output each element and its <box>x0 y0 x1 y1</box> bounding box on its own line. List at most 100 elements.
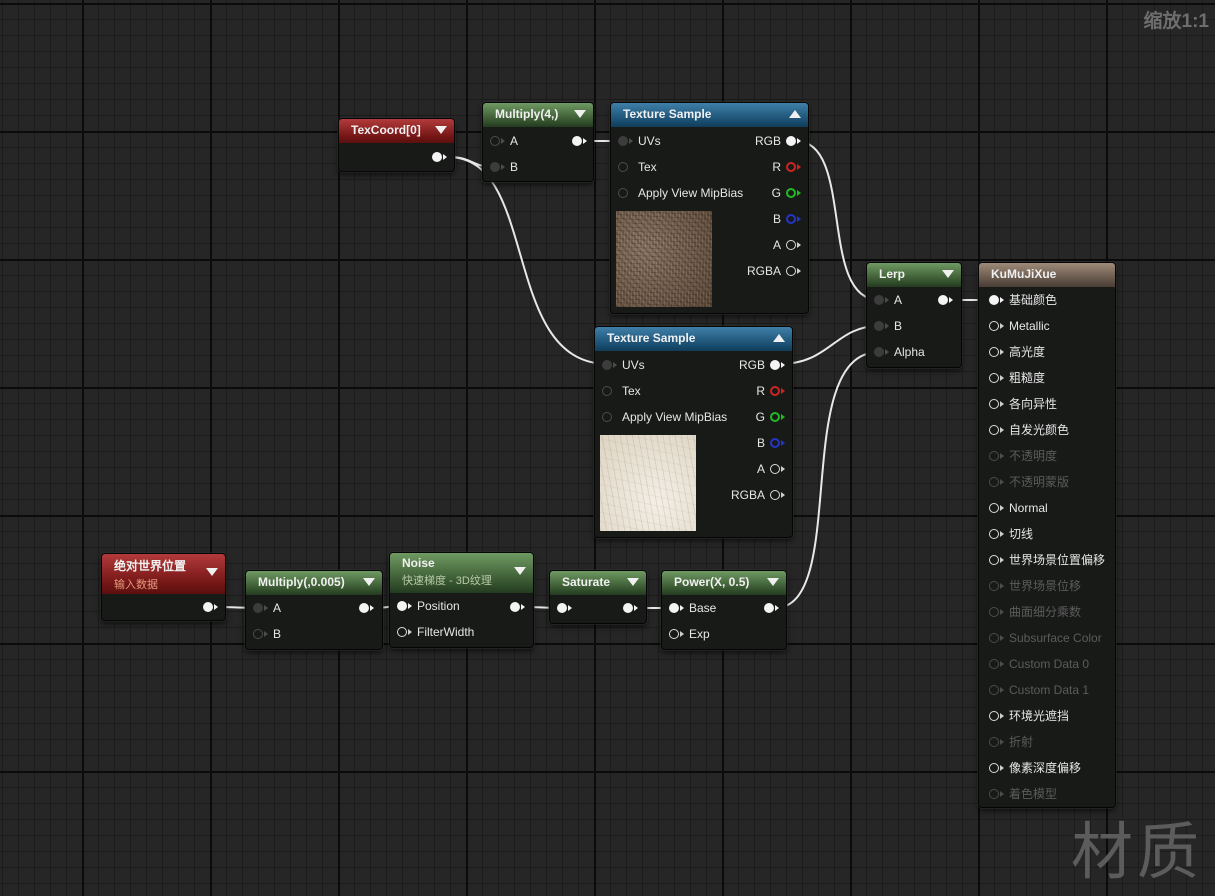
chevron-up-icon[interactable] <box>773 334 785 342</box>
material-input-pin[interactable] <box>989 633 999 643</box>
texture-sample-1-r-label: R <box>772 160 781 174</box>
texture-sample-1-rgba-label: RGBA <box>746 264 781 278</box>
pin-arrow-icon <box>264 631 268 637</box>
chevron-down-icon[interactable] <box>574 110 586 118</box>
pin-arrow-icon <box>214 604 218 610</box>
material-input-label: 世界场景位移 <box>1009 579 1082 593</box>
saturate-output-pin[interactable] <box>623 603 633 613</box>
world-position-header[interactable]: 绝对世界位置 输入数据 <box>102 554 225 594</box>
pin-arrow-icon <box>1000 583 1004 589</box>
texture-sample-1-g-pin[interactable] <box>786 188 796 198</box>
texture-sample-2-tex-pin[interactable] <box>602 386 612 396</box>
texture-sample-1-a-pin[interactable] <box>786 240 796 250</box>
chevron-down-icon[interactable] <box>767 578 779 586</box>
multiply4-output-pin[interactable] <box>572 136 582 146</box>
world-position-output-pin[interactable] <box>203 602 213 612</box>
texture-sample-2-r-pin[interactable] <box>770 386 780 396</box>
texture-sample-1-b-pin[interactable] <box>786 214 796 224</box>
texture-sample-2-mipbias-pin[interactable] <box>602 412 612 422</box>
material-result-header[interactable]: KuMuJiXue <box>979 263 1115 287</box>
lerp-input-alpha-pin[interactable] <box>874 347 884 357</box>
texture-sample-2-b-pin[interactable] <box>770 438 780 448</box>
noise-filterwidth-pin[interactable] <box>397 627 407 637</box>
material-input-label: 各向异性 <box>1009 397 1058 411</box>
chevron-down-icon[interactable] <box>206 568 218 576</box>
noise-output-pin[interactable] <box>510 602 520 612</box>
saturate-node[interactable]: Saturate <box>549 570 647 624</box>
texture-sample-2-uvs-pin[interactable] <box>602 360 612 370</box>
pin-arrow-icon <box>501 164 505 170</box>
multiply-005-output-pin[interactable] <box>359 603 369 613</box>
chevron-down-icon[interactable] <box>363 578 375 586</box>
texture-sample-2-rgb-pin[interactable] <box>770 360 780 370</box>
pin-arrow-icon <box>1000 375 1004 381</box>
material-input-pin[interactable] <box>989 477 999 487</box>
chevron-down-icon[interactable] <box>435 126 447 134</box>
texture-sample-1-mipbias-pin[interactable] <box>618 188 628 198</box>
saturate-header[interactable]: Saturate <box>550 571 646 595</box>
material-input-label: 曲面细分乘数 <box>1009 605 1082 619</box>
material-input-pin[interactable] <box>989 425 999 435</box>
chevron-up-icon[interactable] <box>789 110 801 118</box>
multiply4-header[interactable]: Multiply(4,) <box>483 103 593 127</box>
chevron-down-icon[interactable] <box>514 567 526 575</box>
texcoord-header[interactable]: TexCoord[0] <box>339 119 454 143</box>
material-input-pin[interactable] <box>989 321 999 331</box>
material-input-pin[interactable] <box>989 451 999 461</box>
texcoord-output-pin[interactable] <box>432 152 442 162</box>
noise-header[interactable]: Noise 快速梯度 - 3D纹理 <box>390 553 533 593</box>
texture-sample-1-rgb-pin[interactable] <box>786 136 796 146</box>
material-input-pin[interactable] <box>989 373 999 383</box>
lerp-header[interactable]: Lerp <box>867 263 961 287</box>
material-input-pin[interactable] <box>989 581 999 591</box>
material-input-label: Normal <box>1009 501 1048 515</box>
material-input-pin[interactable] <box>989 789 999 799</box>
multiply-005-input-b-pin[interactable] <box>253 629 263 639</box>
texture-sample-1-uvs-pin[interactable] <box>618 136 628 146</box>
world-position-title: 绝对世界位置 <box>114 559 187 573</box>
chevron-down-icon[interactable] <box>942 270 954 278</box>
multiply4-input-b-pin[interactable] <box>490 162 500 172</box>
material-input-pin[interactable] <box>989 347 999 357</box>
power-output-pin[interactable] <box>764 603 774 613</box>
multiply4-input-b-label: B <box>510 160 519 174</box>
pin-arrow-icon <box>781 466 785 472</box>
material-input-pin[interactable] <box>989 685 999 695</box>
pin-arrow-icon <box>568 605 572 611</box>
material-input-pin[interactable] <box>989 529 999 539</box>
texture-sample-2-rgba-pin[interactable] <box>770 490 780 500</box>
material-input-pin[interactable] <box>989 607 999 617</box>
material-input-pin[interactable] <box>989 763 999 773</box>
multiply-005-header[interactable]: Multiply(,0.005) <box>246 571 382 595</box>
power-exp-pin[interactable] <box>669 629 679 639</box>
texture-sample-1-r-pin[interactable] <box>786 162 796 172</box>
material-input-pin[interactable] <box>989 555 999 565</box>
power-base-pin[interactable] <box>669 603 679 613</box>
texture-sample-2-a-pin[interactable] <box>770 464 780 474</box>
power-header[interactable]: Power(X, 0.5) <box>662 571 786 595</box>
texture-sample-2-thumbnail <box>600 435 696 531</box>
lerp-input-a-pin[interactable] <box>874 295 884 305</box>
saturate-input-pin[interactable] <box>557 603 567 613</box>
texture-sample-1-rgba-pin[interactable] <box>786 266 796 276</box>
chevron-down-icon[interactable] <box>627 578 639 586</box>
material-input-label: Subsurface Color <box>1009 631 1102 645</box>
lerp-output-pin[interactable] <box>938 295 948 305</box>
texture-sample-1-rgb-label: RGB <box>754 134 781 148</box>
material-input-pin[interactable] <box>989 711 999 721</box>
material-input-pin[interactable] <box>989 399 999 409</box>
material-input-pin[interactable] <box>989 659 999 669</box>
material-input-pin[interactable] <box>989 295 999 305</box>
texture-sample-2-g-pin[interactable] <box>770 412 780 422</box>
texture-sample-2-header[interactable]: Texture Sample <box>595 327 792 351</box>
multiply-005-input-a-pin[interactable] <box>253 603 263 613</box>
pin-arrow-icon <box>1000 427 1004 433</box>
material-input-pin[interactable] <box>989 503 999 513</box>
lerp-input-b-pin[interactable] <box>874 321 884 331</box>
noise-position-pin[interactable] <box>397 601 407 611</box>
material-input-pin[interactable] <box>989 737 999 747</box>
texture-sample-1-tex-pin[interactable] <box>618 162 628 172</box>
multiply4-input-a-pin[interactable] <box>490 136 500 146</box>
texture-sample-1-header[interactable]: Texture Sample <box>611 103 808 127</box>
texcoord-node[interactable]: TexCoord[0] <box>338 118 455 172</box>
